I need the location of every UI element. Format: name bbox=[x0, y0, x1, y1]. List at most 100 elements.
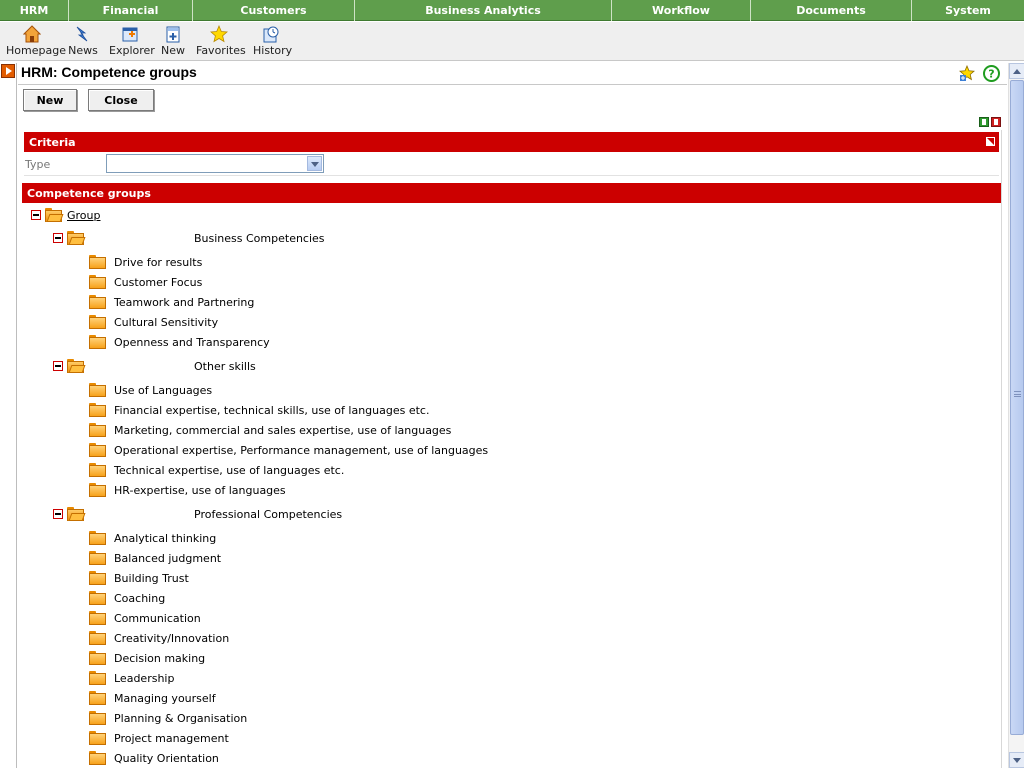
type-select[interactable] bbox=[106, 154, 324, 173]
favorites-button[interactable]: Favorites bbox=[196, 25, 246, 57]
competence-item[interactable]: Building Trust bbox=[89, 569, 189, 587]
competence-item-label[interactable]: Managing yourself bbox=[114, 692, 216, 705]
folder-icon bbox=[89, 731, 106, 745]
competence-item[interactable]: Creativity/Innovation bbox=[89, 629, 229, 647]
competence-item[interactable]: Decision making bbox=[89, 649, 205, 667]
close-button[interactable]: Close bbox=[88, 89, 154, 111]
export-icon[interactable] bbox=[979, 117, 989, 127]
new-button[interactable]: New bbox=[23, 89, 77, 111]
competence-item-label[interactable]: Quality Orientation bbox=[114, 752, 219, 765]
explorer-button[interactable]: Explorer bbox=[109, 25, 155, 57]
competence-item[interactable]: Drive for results bbox=[89, 253, 202, 271]
competence-item[interactable]: Managing yourself bbox=[89, 689, 216, 707]
navigation-toggle-icon[interactable] bbox=[1, 64, 15, 78]
menu-documents[interactable]: Documents bbox=[751, 0, 912, 21]
competence-item-label[interactable]: Financial expertise, technical skills, u… bbox=[114, 404, 429, 417]
competence-item-label[interactable]: Communication bbox=[114, 612, 201, 625]
competence-item[interactable]: Marketing, commercial and sales expertis… bbox=[89, 421, 451, 439]
competence-item-label[interactable]: Drive for results bbox=[114, 256, 202, 269]
competence-item-label[interactable]: Coaching bbox=[114, 592, 165, 605]
category-label[interactable]: Business Competencies bbox=[194, 232, 325, 245]
competence-item[interactable]: Leadership bbox=[89, 669, 174, 687]
competence-item[interactable]: Quality Orientation bbox=[89, 749, 219, 767]
competence-item[interactable]: Project management bbox=[89, 729, 229, 747]
competence-item[interactable]: Teamwork and Partnering bbox=[89, 293, 254, 311]
import-icon[interactable] bbox=[991, 117, 1001, 127]
new-document-icon bbox=[166, 26, 180, 43]
folder-icon bbox=[89, 651, 106, 665]
competence-item[interactable]: Openness and Transparency bbox=[89, 333, 270, 351]
collapse-category-icon[interactable] bbox=[53, 233, 63, 243]
vertical-scrollbar[interactable] bbox=[1008, 63, 1024, 768]
competence-item[interactable]: Balanced judgment bbox=[89, 549, 221, 567]
scroll-thumb[interactable] bbox=[1010, 80, 1024, 735]
competence-item-label[interactable]: Operational expertise, Performance manag… bbox=[114, 444, 488, 457]
competence-item[interactable]: Technical expertise, use of languages et… bbox=[89, 461, 344, 479]
competence-item-label[interactable]: Use of Languages bbox=[114, 384, 212, 397]
homepage-label: Homepage bbox=[6, 44, 66, 57]
page-title: HRM: Competence groups bbox=[21, 64, 197, 80]
competence-item-label[interactable]: Customer Focus bbox=[114, 276, 202, 289]
competence-item[interactable]: Communication bbox=[89, 609, 201, 627]
competence-item-label[interactable]: Teamwork and Partnering bbox=[114, 296, 254, 309]
collapse-category-icon[interactable] bbox=[53, 509, 63, 519]
competence-item-label[interactable]: Project management bbox=[114, 732, 229, 745]
favorites-label: Favorites bbox=[196, 44, 246, 57]
competence-item-label[interactable]: Analytical thinking bbox=[114, 532, 216, 545]
folder-open-icon bbox=[67, 507, 86, 521]
competence-item-label[interactable]: Leadership bbox=[114, 672, 174, 685]
group-root-link[interactable]: Group bbox=[67, 209, 101, 222]
competence-item-label[interactable]: HR-expertise, use of languages bbox=[114, 484, 286, 497]
menu-system[interactable]: System bbox=[912, 0, 1024, 21]
history-button[interactable]: History bbox=[253, 25, 293, 57]
menu-customers[interactable]: Customers bbox=[193, 0, 355, 21]
history-label: History bbox=[253, 44, 293, 57]
folder-icon bbox=[89, 255, 106, 269]
collapse-category-icon[interactable] bbox=[53, 361, 63, 371]
competence-item[interactable]: Use of Languages bbox=[89, 381, 212, 399]
help-icon[interactable]: ? bbox=[983, 65, 1000, 82]
competence-item-label[interactable]: Decision making bbox=[114, 652, 205, 665]
title-divider bbox=[18, 84, 1007, 85]
competence-groups-title: Competence groups bbox=[27, 186, 151, 200]
competence-item-label[interactable]: Cultural Sensitivity bbox=[114, 316, 218, 329]
folder-icon bbox=[89, 751, 106, 765]
competence-item-label[interactable]: Marketing, commercial and sales expertis… bbox=[114, 424, 451, 437]
competence-item-label[interactable]: Creativity/Innovation bbox=[114, 632, 229, 645]
new-toolbar-button[interactable]: New bbox=[160, 25, 186, 57]
news-button[interactable]: News bbox=[67, 25, 99, 57]
competence-item[interactable]: Financial expertise, technical skills, u… bbox=[89, 401, 429, 419]
folder-icon bbox=[89, 711, 106, 725]
explorer-icon bbox=[122, 27, 138, 42]
add-favorite-icon[interactable] bbox=[959, 65, 975, 81]
category-label[interactable]: Other skills bbox=[194, 360, 256, 373]
menu-workflow[interactable]: Workflow bbox=[612, 0, 751, 21]
competence-item-label[interactable]: Planning & Organisation bbox=[114, 712, 247, 725]
competence-item[interactable]: HR-expertise, use of languages bbox=[89, 481, 286, 499]
chevron-down-icon[interactable] bbox=[307, 156, 322, 171]
competence-item[interactable]: Planning & Organisation bbox=[89, 709, 247, 727]
menu-hrm[interactable]: HRM bbox=[0, 0, 69, 21]
competence-item-label[interactable]: Openness and Transparency bbox=[114, 336, 270, 349]
competence-item-label[interactable]: Balanced judgment bbox=[114, 552, 221, 565]
competence-item[interactable]: Customer Focus bbox=[89, 273, 202, 291]
scroll-up-icon[interactable] bbox=[1009, 63, 1024, 79]
category-label[interactable]: Professional Competencies bbox=[194, 508, 342, 521]
menu-financial[interactable]: Financial bbox=[69, 0, 193, 21]
competence-item[interactable]: Analytical thinking bbox=[89, 529, 216, 547]
scroll-down-icon[interactable] bbox=[1009, 752, 1024, 768]
content-border bbox=[1001, 130, 1002, 768]
homepage-button[interactable]: Homepage bbox=[6, 25, 66, 57]
folder-icon bbox=[89, 275, 106, 289]
category-row: Business Competencies bbox=[53, 229, 325, 247]
competence-item[interactable]: Operational expertise, Performance manag… bbox=[89, 441, 488, 459]
category-row: Professional Competencies bbox=[53, 505, 342, 523]
menu-business-analytics[interactable]: Business Analytics bbox=[355, 0, 612, 21]
competence-item-label[interactable]: Building Trust bbox=[114, 572, 189, 585]
competence-item-label[interactable]: Technical expertise, use of languages et… bbox=[114, 464, 344, 477]
collapse-criteria-icon[interactable] bbox=[986, 137, 995, 146]
competence-item[interactable]: Coaching bbox=[89, 589, 165, 607]
collapse-root-icon[interactable] bbox=[31, 210, 41, 220]
competence-item[interactable]: Cultural Sensitivity bbox=[89, 313, 218, 331]
folder-icon bbox=[89, 691, 106, 705]
